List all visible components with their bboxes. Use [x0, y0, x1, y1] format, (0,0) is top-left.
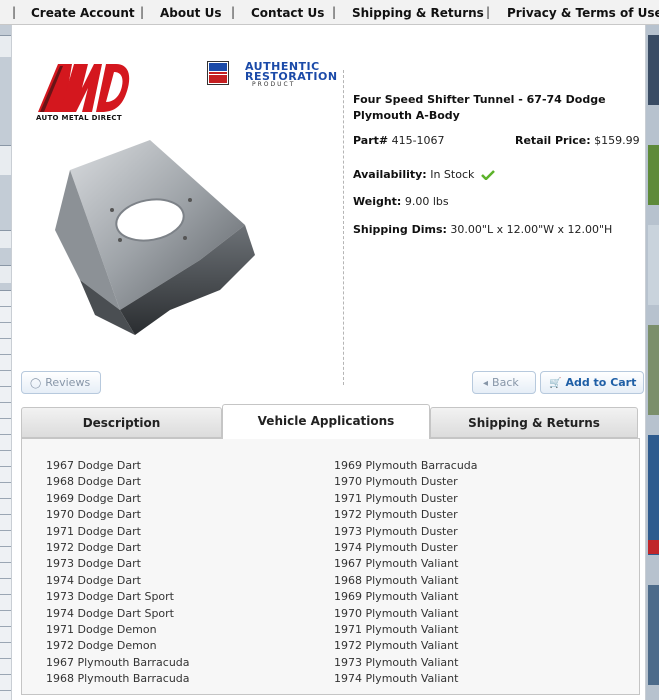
- applications-left-column: 1967 Dodge Dart 1968 Dodge Dart 1969 Dod…: [46, 458, 190, 688]
- back-arrow-icon: ◂: [483, 378, 489, 389]
- tab-description[interactable]: Description: [21, 407, 222, 438]
- product-image[interactable]: [50, 140, 270, 340]
- weight-value: 9.00 lbs: [404, 195, 449, 208]
- sidebar-edge-image: [648, 225, 659, 305]
- cart-icon: 🛒: [549, 378, 562, 389]
- sidebar-edge-block: [0, 265, 11, 283]
- nav-about-us[interactable]: About Us: [160, 6, 221, 20]
- weight-row: Weight: 9.00 lbs: [353, 195, 449, 208]
- availability-row: Availability: In Stock: [353, 168, 495, 181]
- nav-separator: |: [12, 5, 17, 19]
- vehicle-applications-panel: 1967 Dodge Dart 1968 Dodge Dart 1969 Dod…: [21, 438, 640, 695]
- part-number-label: Part#: [353, 134, 389, 147]
- sidebar-edge-image: [648, 35, 659, 105]
- application-item: 1972 Plymouth Duster: [334, 508, 458, 522]
- application-item: 1967 Plymouth Barracuda: [46, 655, 190, 669]
- application-item: 1974 Plymouth Valiant: [334, 672, 459, 686]
- sidebar-edge-image: [648, 435, 659, 555]
- application-item: 1972 Plymouth Valiant: [334, 639, 459, 653]
- application-item: 1969 Plymouth Valiant: [334, 590, 459, 604]
- availability-value: In Stock: [430, 168, 475, 181]
- sidebar-edge-block: [0, 230, 11, 248]
- checkmark-icon: [480, 170, 495, 180]
- sidebar-edge-image: [648, 325, 659, 415]
- nav-separator: |: [332, 5, 337, 19]
- part-number-value: 415-1067: [391, 134, 445, 147]
- retail-price-value: $159.99: [594, 134, 640, 147]
- column-divider: [343, 70, 344, 385]
- application-item: 1969 Dodge Dart: [46, 491, 141, 505]
- weight-label: Weight:: [353, 195, 402, 208]
- amd-logo-mark: [38, 64, 130, 112]
- top-nav: | Create Account | About Us | Contact Us…: [0, 0, 659, 25]
- shipping-dims-label: Shipping Dims:: [353, 223, 447, 236]
- sidebar-edge-image: [648, 145, 659, 205]
- application-item: 1967 Plymouth Valiant: [334, 557, 459, 571]
- application-item: 1974 Plymouth Duster: [334, 541, 458, 555]
- application-item: 1968 Plymouth Valiant: [334, 573, 459, 587]
- application-item: 1973 Dodge Dart Sport: [46, 590, 174, 604]
- back-button-label: Back: [492, 376, 519, 389]
- application-item: 1971 Dodge Dart: [46, 524, 141, 538]
- application-item: 1970 Dodge Dart: [46, 508, 141, 522]
- application-item: 1973 Plymouth Duster: [334, 524, 458, 538]
- nav-shipping-returns[interactable]: Shipping & Returns: [352, 6, 484, 20]
- amd-logo[interactable]: AUTO METAL DIRECT: [36, 58, 131, 126]
- reviews-button[interactable]: ◯ Reviews: [21, 371, 101, 394]
- applications-right-column: 1969 Plymouth Barracuda 1970 Plymouth Du…: [334, 458, 478, 688]
- availability-label: Availability:: [353, 168, 427, 181]
- shipping-dims-row: Shipping Dims: 30.00"L x 12.00"W x 12.00…: [353, 223, 612, 236]
- nav-contact-us[interactable]: Contact Us: [251, 6, 324, 20]
- right-sidebar-edge: [646, 25, 659, 700]
- sidebar-edge-image: [648, 585, 659, 685]
- product-title: Four Speed Shifter Tunnel - 67-74 Dodge …: [353, 93, 606, 122]
- application-item: 1970 Plymouth Duster: [334, 475, 458, 489]
- sidebar-edge-block: [0, 35, 11, 57]
- application-item: 1971 Plymouth Duster: [334, 491, 458, 505]
- application-item: 1973 Dodge Dart: [46, 557, 141, 571]
- reviews-button-label: Reviews: [45, 376, 91, 389]
- application-item: 1972 Dodge Demon: [46, 639, 157, 653]
- nav-separator: |: [231, 5, 236, 19]
- application-item: 1971 Plymouth Valiant: [334, 623, 459, 637]
- application-item: 1969 Plymouth Barracuda: [334, 459, 478, 472]
- add-to-cart-button[interactable]: 🛒 Add to Cart: [540, 371, 644, 394]
- application-item: 1968 Dodge Dart: [46, 475, 141, 489]
- product-card: AUTO METAL DIRECT AUTHENTIC RESTORATION …: [11, 25, 646, 700]
- application-item: 1971 Dodge Demon: [46, 623, 157, 637]
- application-item: 1968 Plymouth Barracuda: [46, 672, 190, 686]
- product-label: PRODUCT: [252, 81, 296, 88]
- amd-tagline: AUTO METAL DIRECT: [36, 114, 122, 122]
- application-item: 1972 Dodge Dart: [46, 541, 141, 555]
- tab-shipping-returns[interactable]: Shipping & Returns: [430, 407, 638, 438]
- sidebar-edge-list: [0, 290, 11, 700]
- shipping-dims-value: 30.00"L x 12.00"W x 12.00"H: [450, 223, 613, 236]
- back-button[interactable]: ◂ Back: [472, 371, 536, 394]
- speech-bubble-icon: ◯: [30, 378, 42, 389]
- tab-vehicle-applications[interactable]: Vehicle Applications: [222, 404, 430, 439]
- authentic-restoration-logo: AUTHENTIC RESTORATION PRODUCT: [207, 60, 337, 88]
- nav-privacy-terms[interactable]: Privacy & Terms of Use: [507, 6, 659, 20]
- application-item: 1974 Dodge Dart: [46, 573, 141, 587]
- sidebar-edge-block: [0, 145, 11, 175]
- application-item: 1973 Plymouth Valiant: [334, 655, 459, 669]
- left-sidebar-edge: [0, 25, 11, 700]
- nav-separator: |: [486, 5, 491, 19]
- sidebar-edge-image: [648, 540, 659, 554]
- product-tabs: Description Vehicle Applications Shippin…: [21, 404, 640, 695]
- application-item: 1974 Dodge Dart Sport: [46, 606, 174, 620]
- retail-price-label: Retail Price:: [515, 134, 591, 147]
- mopar-badge-icon: [207, 61, 229, 85]
- nav-create-account[interactable]: Create Account: [31, 6, 135, 20]
- add-to-cart-label: Add to Cart: [565, 376, 637, 389]
- application-item: 1967 Dodge Dart: [46, 459, 141, 472]
- part-number-row: Part# 415-1067: [353, 134, 445, 147]
- application-item: 1970 Plymouth Valiant: [334, 606, 459, 620]
- retail-price-row: Retail Price: $159.99: [515, 134, 640, 147]
- nav-separator: |: [140, 5, 145, 19]
